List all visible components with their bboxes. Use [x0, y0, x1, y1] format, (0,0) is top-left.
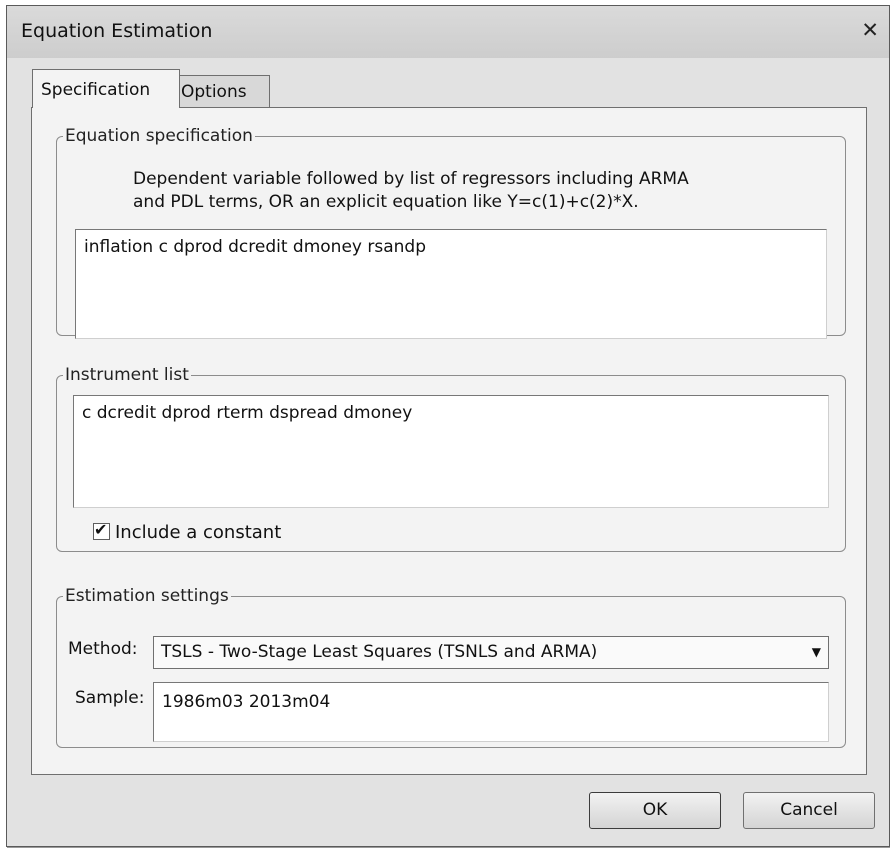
- instrument-list-legend: Instrument list: [65, 365, 189, 385]
- equation-specification-group: Equation specification Dependent variabl…: [56, 126, 846, 339]
- close-icon[interactable]: ✕: [861, 18, 879, 42]
- include-constant-checkbox[interactable]: ✔: [93, 520, 110, 540]
- equation-specification-legend: Equation specification: [65, 126, 253, 146]
- tab-options[interactable]: Options: [172, 75, 270, 107]
- method-selected-value: TSLS - Two-Stage Least Squares (TSNLS an…: [161, 642, 598, 662]
- equation-help-line-2: and PDL terms, OR an explicit equation l…: [133, 192, 639, 212]
- estimation-settings-group: Estimation settings Method: TSLS - Two-S…: [56, 586, 846, 748]
- estimation-settings-legend: Estimation settings: [65, 586, 229, 606]
- method-label: Method:: [68, 639, 138, 659]
- instrument-list-group: Instrument list c dcredit dprod rterm ds…: [56, 365, 846, 552]
- instrument-list-input[interactable]: c dcredit dprod rterm dspread dmoney: [73, 395, 829, 508]
- sample-label: Sample:: [75, 688, 145, 708]
- specification-panel: Equation specification Dependent variabl…: [31, 107, 867, 775]
- dropdown-arrow-icon[interactable]: ▼: [812, 637, 821, 668]
- method-select[interactable]: TSLS - Two-Stage Least Squares (TSNLS an…: [153, 636, 829, 669]
- include-constant-label: Include a constant: [115, 522, 282, 543]
- equation-help-line-1: Dependent variable followed by list of r…: [133, 169, 689, 189]
- equation-help-text: Dependent variable followed by list of r…: [133, 168, 773, 214]
- equation-estimation-dialog: Equation Estimation ✕ Specification Opti…: [6, 5, 890, 847]
- window-title: Equation Estimation: [21, 20, 213, 42]
- ok-button[interactable]: OK: [589, 792, 721, 829]
- tab-specification[interactable]: Specification: [32, 69, 180, 108]
- title-bar: Equation Estimation ✕: [7, 6, 889, 58]
- equation-input[interactable]: inflation c dprod dcredit dmoney rsandp: [75, 229, 827, 339]
- cancel-button[interactable]: Cancel: [743, 792, 875, 829]
- include-constant-row[interactable]: ✔ Include a constant: [93, 520, 282, 543]
- checkmark-icon: ✔: [94, 520, 108, 539]
- sample-input[interactable]: 1986m03 2013m04: [153, 682, 829, 742]
